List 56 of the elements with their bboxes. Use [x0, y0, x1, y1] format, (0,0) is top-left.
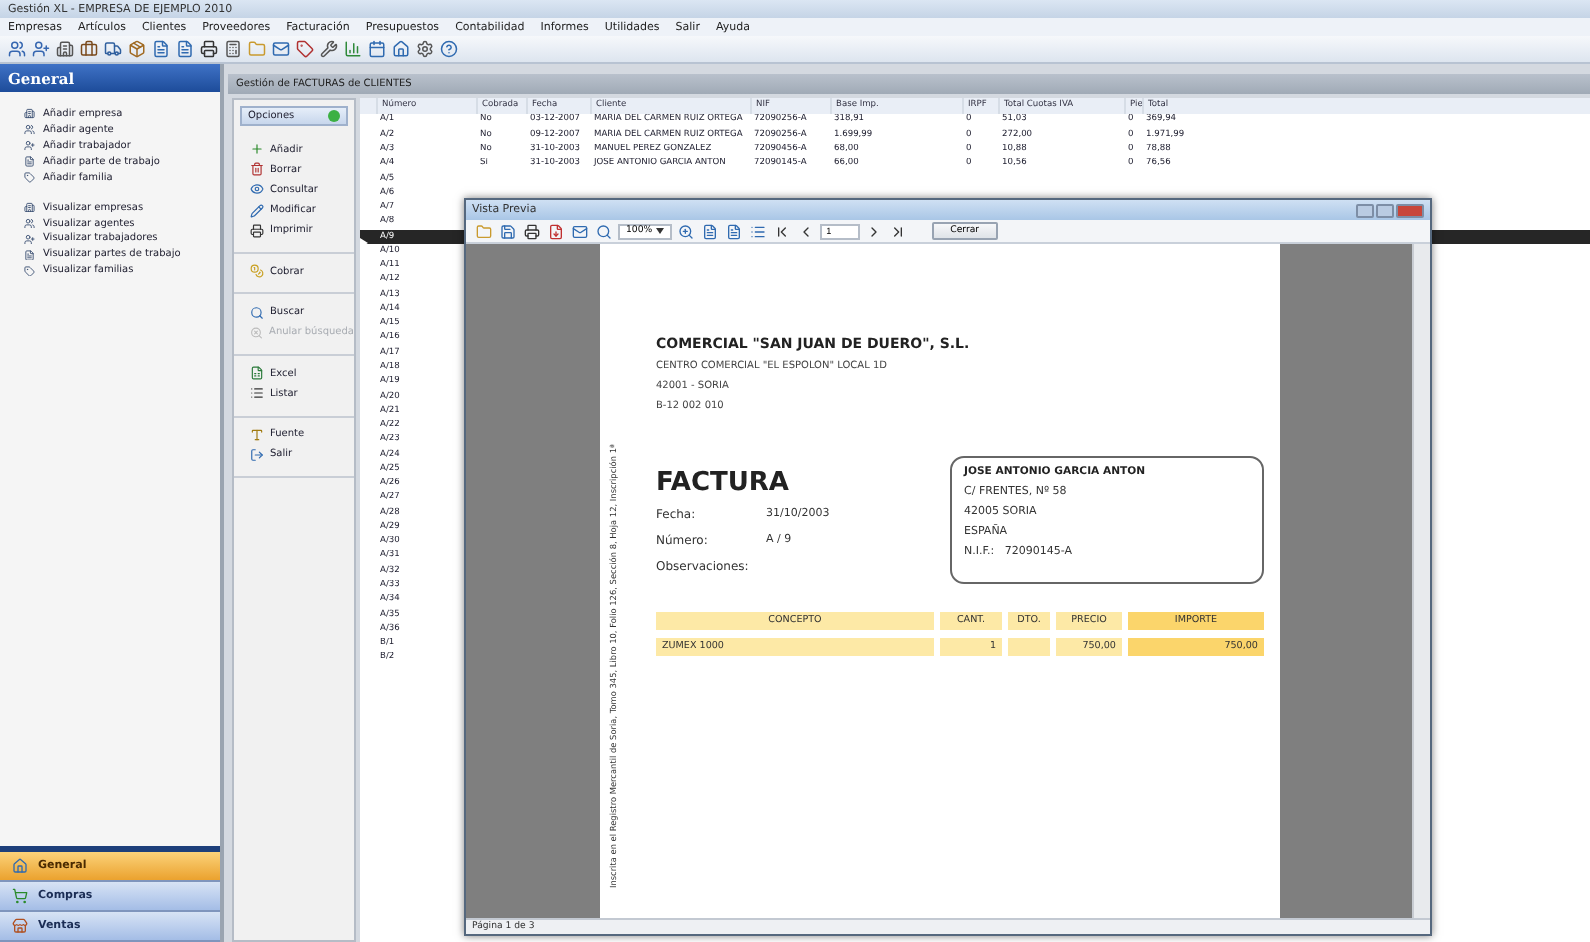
printer-icon: [250, 223, 264, 238]
building-icon[interactable]: [54, 39, 74, 59]
spreadsheet-icon: [250, 366, 264, 381]
document-icon[interactable]: [174, 39, 194, 59]
tag-icon: [24, 265, 35, 277]
cart-icon: [12, 888, 28, 904]
coin-icon: [250, 264, 264, 279]
page-icon[interactable]: [724, 221, 745, 241]
document-icon[interactable]: [150, 39, 170, 59]
calculator-icon[interactable]: [222, 39, 242, 59]
printer-icon[interactable]: [522, 221, 542, 241]
save-icon[interactable]: [498, 221, 518, 241]
caret-icon: [656, 228, 665, 234]
document-icon: [24, 156, 35, 168]
mail-icon[interactable]: [270, 39, 290, 59]
close-button[interactable]: [1396, 203, 1424, 217]
tag-icon[interactable]: [294, 39, 314, 59]
building-icon: [24, 108, 35, 120]
people-icon[interactable]: [6, 39, 26, 59]
zoom-icon[interactable]: [676, 221, 697, 241]
wrench-icon[interactable]: [318, 39, 338, 59]
people-icon: [24, 217, 35, 229]
plus-icon: [250, 142, 264, 157]
pdf-icon[interactable]: [546, 221, 566, 241]
document-icon: [24, 249, 35, 261]
search-icon: [250, 305, 264, 320]
search-icon[interactable]: [594, 221, 614, 241]
building-icon: [24, 201, 35, 213]
home-icon: [12, 858, 28, 874]
eye-icon: [250, 182, 264, 197]
exit-icon: [250, 447, 264, 462]
calendar-icon[interactable]: [366, 39, 386, 59]
page-icon[interactable]: [700, 221, 721, 241]
tag-icon: [24, 172, 35, 184]
person-icon: [24, 140, 35, 152]
list-icon: [250, 386, 264, 401]
bar-chart-icon[interactable]: [342, 39, 362, 59]
settings-icon[interactable]: [414, 39, 434, 59]
search-off-icon: [250, 325, 264, 340]
font-icon: [250, 427, 264, 442]
briefcase-icon[interactable]: [78, 39, 98, 59]
printer-icon[interactable]: [198, 39, 218, 59]
table-cell: [1008, 638, 1050, 656]
invoice-heading: FACTURA: [656, 468, 791, 498]
circle-icon: [328, 110, 340, 122]
store-icon: [12, 918, 28, 934]
pencil-icon: [250, 203, 264, 218]
trash-icon: [250, 162, 264, 177]
truck-icon[interactable]: [102, 39, 122, 59]
mail-icon[interactable]: [570, 221, 590, 241]
help-icon[interactable]: [438, 39, 458, 59]
package-icon[interactable]: [126, 39, 146, 59]
people-icon: [24, 124, 35, 136]
person-plus-icon[interactable]: [30, 39, 50, 59]
person-icon: [24, 233, 35, 245]
home-icon[interactable]: [390, 39, 410, 59]
